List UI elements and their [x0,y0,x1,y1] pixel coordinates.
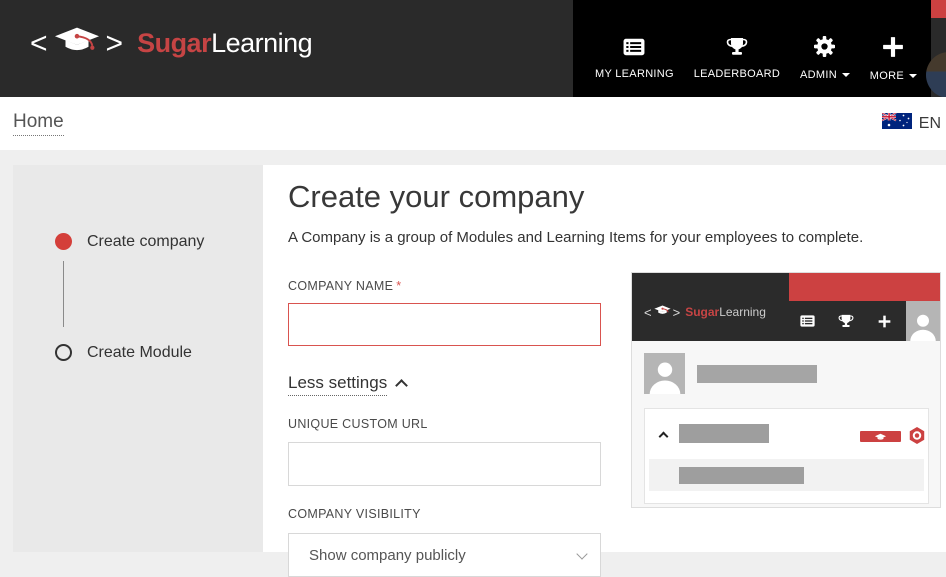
less-settings-link[interactable]: Less settings [288,373,388,396]
breadcrumb: Home EN [0,97,946,150]
nav-label: MY LEARNING [595,67,674,80]
learning-item-placeholder [679,467,804,484]
preview-company-summary [632,341,940,408]
nav-label: MORE [869,69,904,82]
wizard-stepper-sidebar: Create company Create Module [13,165,263,552]
preview-avatar-placeholder [906,301,940,341]
language-selector[interactable]: EN [881,112,941,134]
company-logo-placeholder [644,353,685,394]
nav-label: LEADERBOARD [693,68,781,80]
step-connector-line [63,261,64,327]
main-content: Create your company A Company is a group… [263,165,946,577]
company-name-placeholder [697,365,817,383]
hexagon-badge-icon [909,427,925,449]
nav-my-learning[interactable]: MY LEARNING [595,18,674,97]
step-indicator-active [55,233,72,250]
chevron-up-icon[interactable] [395,379,408,392]
step-create-module[interactable]: Create Module [87,344,192,362]
select-caret-icon [576,548,588,560]
required-asterisk: * [396,279,402,293]
graduation-cap-icon [54,26,100,61]
module-header-row [645,409,928,459]
trophy-icon [838,314,854,333]
list-icon [800,314,815,332]
company-name-label: COMPANY NAME * [288,279,402,293]
breadcrumb-home-link[interactable]: Home [13,111,64,136]
app-header: < > SugarLearning SSW [0,0,946,98]
preview-header: < > SugarLearning [632,273,940,341]
nav-label: ADMIN [800,69,837,81]
nav-more[interactable]: MORE [870,18,917,97]
custom-url-label: UNIQUE CUSTOM URL [288,417,428,431]
main-nav: MY LEARNING LEADERBOARD ADMIN MORE [573,0,931,97]
plus-icon [882,36,904,63]
company-name-input[interactable] [288,303,601,346]
nav-leaderboard[interactable]: LEADERBOARD [694,18,780,97]
visibility-select[interactable]: Show company publicly [288,533,601,577]
company-preview-card: < > SugarLearning [631,272,941,508]
learning-item-row [649,459,924,491]
preview-banner [789,273,940,301]
graduation-cap-icon [653,303,671,321]
module-title-placeholder [679,424,769,443]
custom-url-input[interactable] [288,442,601,486]
chevron-down-icon [908,73,917,78]
logo-angle-right: > [105,26,124,60]
chevron-up-icon [658,431,669,442]
australia-flag-icon [881,112,912,134]
page-title: Create your company [288,179,585,214]
trophy-icon [726,37,748,61]
preview-logo: < > SugarLearning [644,303,766,321]
sugarlearning-logo[interactable]: < > SugarLearning [30,26,313,61]
logo-angle-left: < [30,26,48,60]
plus-icon [878,315,891,333]
learning-badge [860,431,901,442]
logo-text: SugarLearning [137,28,313,58]
list-icon [623,38,645,61]
step-indicator-inactive [55,344,72,361]
page-subtitle: A Company is a group of Modules and Lear… [288,229,864,246]
preview-module-card [644,408,929,504]
visibility-label: COMPANY VISIBILITY [288,507,421,521]
nav-admin[interactable]: ADMIN [800,18,850,97]
chevron-down-icon [841,73,850,77]
step-create-company[interactable]: Create company [87,233,204,251]
gear-icon [814,36,836,62]
visibility-selected-option: Show company publicly [309,546,466,564]
language-label: EN [918,114,941,132]
